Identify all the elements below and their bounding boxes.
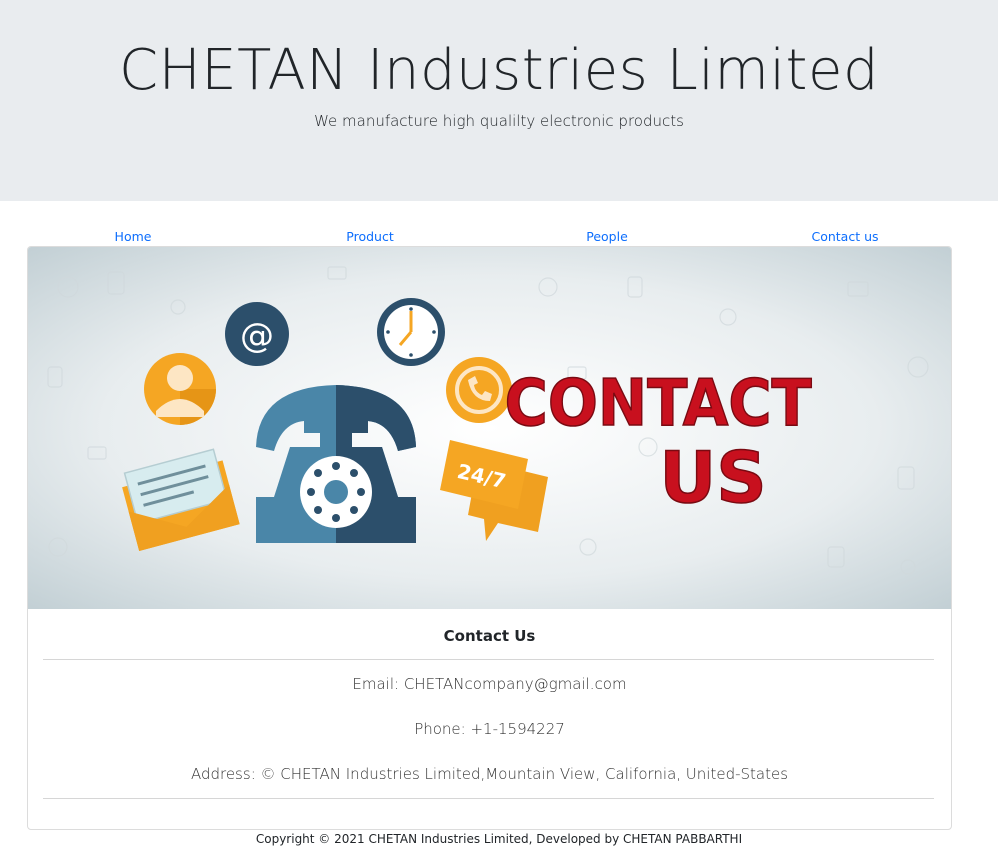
main-nav: Home Product People Contact us [0,229,998,247]
footer-copyright: Copyright © 2021 CHETAN Industries Limit… [255,832,743,846]
contact-email: Email: CHETANcompany@gmail.com [352,675,627,693]
contact-phone: Phone: +1-1594227 [414,720,565,738]
clock-icon [377,298,445,366]
person-icon [144,353,216,425]
svg-text:US: US [659,437,766,519]
phone-call-icon [446,357,512,423]
page-title: CHETAN Industries Limited [119,38,879,103]
divider-top [43,659,934,660]
svg-text:@: @ [240,316,274,356]
contact-banner-image: @ 24/7 CONTACT US [28,247,951,609]
contact-card: @ 24/7 CONTACT US Contact Us Email: CHET… [27,246,952,830]
contact-address: Address: © CHETAN Industries Limited,Mou… [190,765,789,783]
header-jumbotron: CHETAN Industries Limited We manufacture… [0,0,998,201]
svg-text:CONTACT: CONTACT [505,366,812,441]
nav-link-product[interactable]: Product [346,229,393,244]
nav-link-contact[interactable]: Contact us [811,229,878,244]
tagline: We manufacture high qualilty electronic … [314,112,684,130]
contact-title: Contact Us [443,627,536,645]
nav-link-people[interactable]: People [586,229,628,244]
at-icon: @ [225,302,289,366]
divider-bottom [43,798,934,799]
nav-link-home[interactable]: Home [115,229,152,244]
